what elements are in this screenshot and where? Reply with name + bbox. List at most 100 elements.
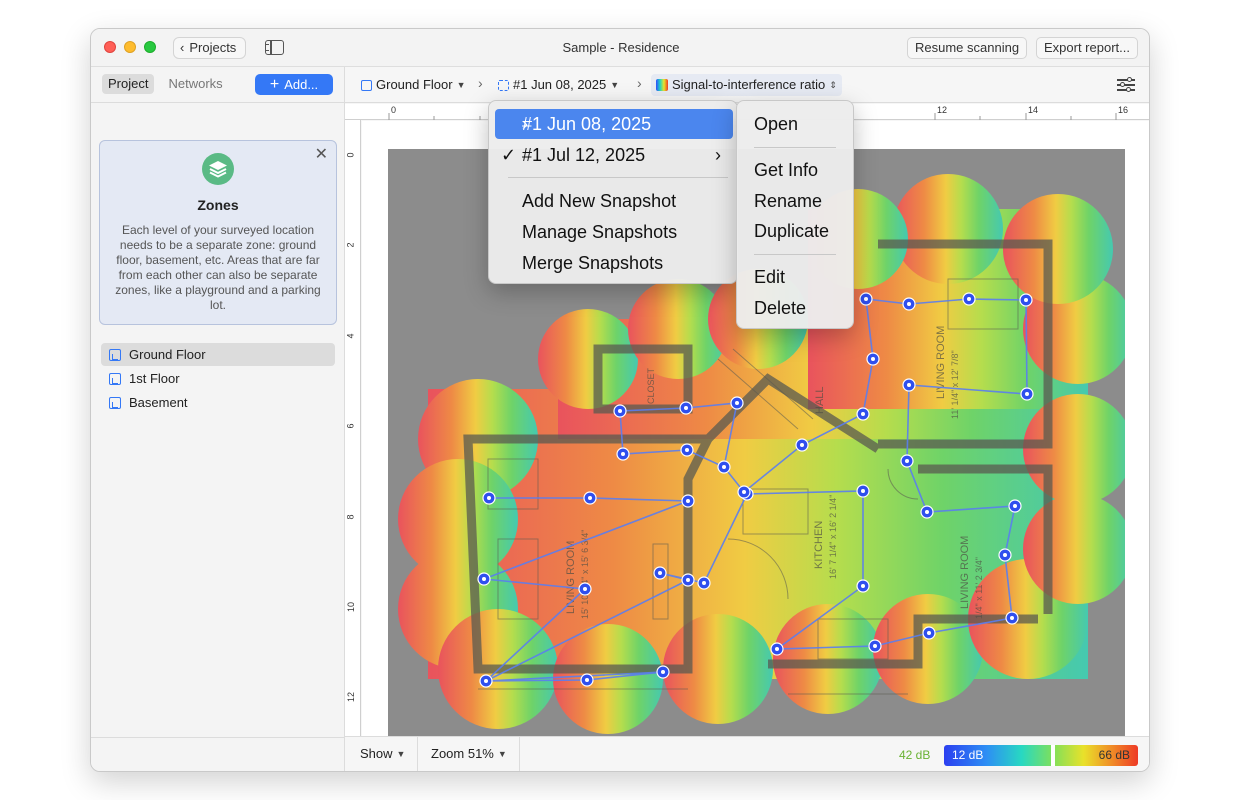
legend-high-label: 66 dB	[1098, 748, 1130, 762]
plan-room-label: CLOSET	[646, 367, 656, 404]
breadcrumb: Ground Floor ▼ › #1 Jun 08, 2025 ▼ › Sig…	[345, 67, 1149, 103]
survey-point-center	[800, 443, 804, 447]
chevron-right-icon: ›	[478, 75, 483, 91]
survey-point-center	[686, 499, 690, 503]
snapshot-context-menu: Open Get Info Rename Duplicate Edit Dele…	[736, 100, 854, 329]
survey-point-center	[621, 452, 625, 456]
tab-networks[interactable]: Networks	[162, 74, 228, 94]
ruler-tick-label: 16	[1118, 105, 1129, 115]
floor-plan-icon	[109, 397, 121, 409]
chevron-right-icon: ›	[522, 114, 528, 134]
floor-item-basement[interactable]: Basement	[101, 391, 335, 414]
survey-point-center	[686, 578, 690, 582]
survey-point-center	[685, 448, 689, 452]
survey-point-center	[583, 587, 587, 591]
breadcrumb-floor[interactable]: Ground Floor ▼	[356, 74, 471, 96]
menu-separator	[754, 254, 836, 255]
survey-point-center	[484, 679, 488, 683]
legend-marker	[1051, 745, 1055, 766]
breadcrumb-metric[interactable]: Signal-to-interference ratio ⇕	[651, 74, 842, 96]
chevron-right-icon: ›	[715, 145, 721, 165]
menu-item-get-info[interactable]: Get Info	[754, 157, 818, 183]
show-menu-button[interactable]: Show ▼	[360, 746, 405, 761]
menu-item-open[interactable]: Open	[754, 111, 798, 137]
ruler-tick-label: 14	[1028, 105, 1039, 115]
sliders-icon[interactable]	[1117, 77, 1135, 93]
tab-project[interactable]: Project	[102, 74, 155, 94]
breadcrumb-metric-label: Signal-to-interference ratio	[672, 77, 826, 92]
menu-item-merge-snapshots[interactable]: Merge Snapshots	[522, 250, 663, 276]
menu-item-delete[interactable]: Delete	[754, 295, 806, 321]
plan-room-label: LIVING ROOM	[959, 536, 971, 609]
chevron-updown-icon: ⇕	[829, 80, 837, 90]
divider	[519, 737, 520, 771]
zones-description: Each level of your surveyed location nee…	[115, 223, 321, 312]
survey-point-center	[618, 409, 622, 413]
menu-item-snapshot-jul[interactable]: #1 Jul 12, 2025	[522, 142, 645, 168]
zones-info-card: ✕ Zones Each level of your surveyed loca…	[99, 140, 337, 325]
breadcrumb-snapshot[interactable]: #1 Jun 08, 2025 ▼	[493, 74, 624, 96]
ruler-tick-label: 6	[345, 423, 356, 429]
survey-point-center	[861, 489, 865, 493]
menu-item-snapshot-jun[interactable]: #1 Jun 08, 2025 ›	[495, 109, 733, 139]
menu-item-add-snapshot[interactable]: Add New Snapshot	[522, 188, 676, 214]
resume-scanning-button[interactable]: Resume scanning	[907, 37, 1028, 59]
snapshot-menu: #1 Jun 08, 2025 › ✓ #1 Jul 12, 2025 › Ad…	[488, 100, 738, 284]
divider	[91, 737, 345, 738]
export-report-button[interactable]: Export report...	[1036, 37, 1138, 59]
survey-point-center	[871, 357, 875, 361]
menu-item-manage-snapshots[interactable]: Manage Snapshots	[522, 219, 677, 245]
plus-icon: +	[269, 75, 280, 93]
survey-point-center	[925, 510, 929, 514]
checkmark-icon: ✓	[501, 145, 517, 165]
floor-plan-icon	[361, 79, 372, 91]
ruler-tick-label: 12	[937, 105, 948, 115]
menu-item-duplicate[interactable]: Duplicate	[754, 218, 829, 244]
sidebar-toggle-icon[interactable]	[265, 40, 284, 55]
plan-room-label: HALL	[814, 386, 826, 414]
breadcrumb-snapshot-label: #1 Jun 08, 2025	[513, 77, 607, 92]
close-icon[interactable]: ✕	[315, 147, 328, 163]
plan-dim-label: 11' 1/4" x 12' 7/8"	[950, 350, 960, 419]
survey-point-center	[907, 302, 911, 306]
survey-point-center	[927, 631, 931, 635]
chevron-down-icon: ▼	[396, 748, 406, 759]
projects-back-button[interactable]: ‹ Projects	[173, 37, 247, 59]
survey-point-center	[722, 465, 726, 469]
ruler-tick-label: 10	[346, 601, 357, 613]
ruler-corner	[345, 104, 387, 120]
survey-point-center	[742, 490, 746, 494]
survey-point-center	[1010, 616, 1014, 620]
survey-point-center	[702, 581, 706, 585]
minimize-window-button[interactable]	[124, 41, 136, 53]
floor-plan-icon	[109, 373, 121, 385]
sidebar: Project Networks + Add... ✕ Zones Each l…	[91, 67, 345, 771]
menu-item-edit[interactable]: Edit	[754, 264, 785, 290]
chevron-down-icon: ▼	[610, 80, 620, 90]
survey-point-center	[1013, 504, 1017, 508]
ruler-tick-label: 0	[345, 152, 356, 158]
floor-item-ground[interactable]: Ground Floor	[101, 343, 335, 366]
survey-point-center	[861, 412, 865, 416]
survey-point-center	[658, 571, 662, 575]
floor-plan-icon	[109, 349, 121, 361]
add-button[interactable]: + Add...	[255, 74, 333, 95]
zoom-menu-button[interactable]: Zoom 51% ▼	[431, 746, 507, 761]
survey-point-center	[775, 647, 779, 651]
survey-point-center	[487, 496, 491, 500]
color-legend[interactable]: 12 dB 66 dB	[944, 745, 1138, 766]
plan-dim-label: 16' 7 1/4" x 16' 2 1/4"	[828, 495, 838, 579]
add-label: Add...	[284, 77, 319, 92]
close-window-button[interactable]	[104, 41, 116, 53]
zones-title: Zones	[197, 197, 239, 213]
chevron-down-icon: ▼	[456, 80, 466, 90]
survey-point-center	[585, 678, 589, 682]
menu-item-rename[interactable]: Rename	[754, 188, 822, 214]
floor-item-1st[interactable]: 1st Floor	[101, 367, 335, 390]
survey-point-center	[735, 401, 739, 405]
current-db-value: 42 dB	[899, 748, 931, 762]
plan-room-label: KITCHEN	[813, 521, 825, 569]
ruler-tick-label: 8	[345, 514, 356, 520]
show-label: Show	[360, 746, 393, 761]
zoom-window-button[interactable]	[144, 41, 156, 53]
